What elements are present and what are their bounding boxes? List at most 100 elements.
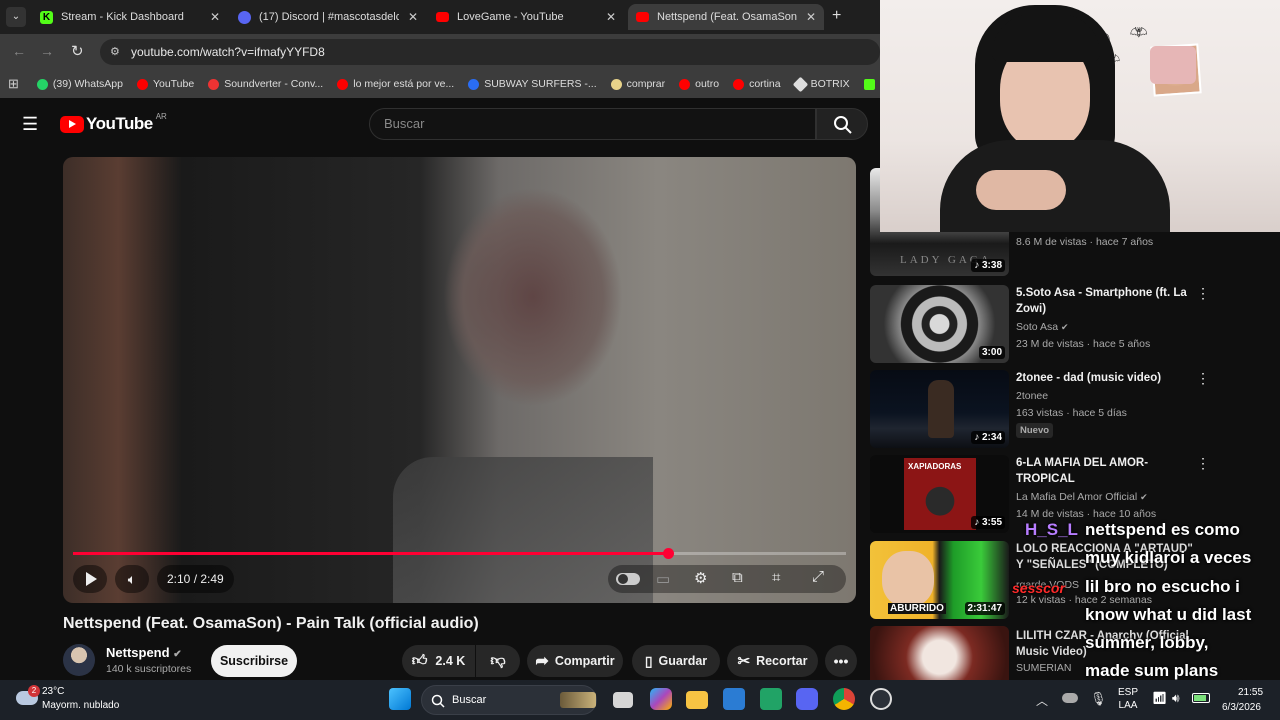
discord-icon[interactable]	[796, 688, 818, 710]
play-button[interactable]	[73, 565, 107, 593]
video-meta: 163 vistas · hace 5 días	[1016, 407, 1127, 419]
bookmark-subway-surfers[interactable]: SUBWAY SURFERS -...	[468, 78, 597, 90]
kick-icon: K	[40, 10, 53, 24]
bookmark-whatsapp[interactable]: (39) WhatsApp	[36, 78, 123, 90]
back-icon[interactable]: ←	[12, 43, 26, 59]
close-tab-icon[interactable]: ✕	[408, 10, 418, 24]
bookmark-soundverter[interactable]: Soundverter - Conv...	[208, 78, 323, 90]
task-view-icon[interactable]	[613, 692, 633, 708]
video-title: Nettspend (Feat. OsamaSon) - Pain Talk (…	[63, 615, 479, 632]
forward-icon[interactable]: →	[40, 43, 54, 59]
weather-desc: Mayorm. nublado	[42, 700, 120, 711]
tab-kick-dashboard[interactable]: K Stream - Kick Dashboard ✕	[32, 4, 228, 30]
shop-icon	[610, 78, 622, 90]
search-input[interactable]: Buscar	[369, 108, 816, 140]
video-thumbnail[interactable]: XAPIADORAS ♪ 3:55	[870, 455, 1009, 533]
bookmark-outro[interactable]: outro	[679, 78, 719, 90]
close-tab-icon[interactable]: ✕	[806, 10, 816, 24]
more-options-icon[interactable]: ⋮	[1196, 455, 1210, 472]
chat-message-line: made sum plans	[1085, 661, 1219, 680]
weather-badge: 2	[28, 685, 40, 697]
tab-lovegame[interactable]: LoveGame - YouTube ✕	[428, 4, 624, 30]
clock-time[interactable]: 21:55	[1238, 687, 1263, 698]
share-button[interactable]: ➦ Compartir	[527, 645, 623, 677]
show-hidden-icons[interactable]: ︿	[1036, 692, 1048, 709]
tab-title: LoveGame - YouTube	[457, 11, 564, 23]
chrome-icon[interactable]	[833, 688, 855, 710]
battery-icon[interactable]	[1192, 693, 1210, 703]
close-tab-icon[interactable]: ✕	[606, 10, 616, 24]
fullscreen-icon[interactable]: ⤢	[812, 568, 824, 585]
apps-grid-icon[interactable]: ⊞	[8, 76, 19, 92]
tab-discord[interactable]: (17) Discord | #mascotasdelcha ✕	[230, 4, 426, 30]
autoplay-toggle[interactable]	[616, 573, 640, 585]
bookmark-botrix[interactable]: BOTRIX	[792, 76, 850, 92]
channel-avatar[interactable]	[63, 644, 95, 676]
windows-start-icon[interactable]	[389, 688, 411, 710]
duration-badge: 3:00	[978, 346, 1005, 359]
bookmark-lo-mejor[interactable]: lo mejor está por ve...	[337, 78, 454, 90]
menu-icon[interactable]: ☰	[22, 114, 38, 135]
channel-name: 2tonee	[1016, 390, 1049, 402]
miniplayer-icon[interactable]: ⧉	[732, 569, 743, 586]
bookmark-label: SUBWAY SURFERS -...	[484, 78, 597, 90]
site-info-icon[interactable]: ⚙	[110, 45, 120, 58]
duration-badge: ♪ 2:34	[971, 431, 1005, 444]
share-label: Compartir	[554, 654, 615, 668]
more-options-icon[interactable]: ⋮	[1196, 285, 1210, 302]
video-thumbnail[interactable]	[870, 626, 1009, 680]
video-player[interactable]: 🔈︎ 2:10 / 2:49 ▭ ⚙ ⧉ ⌗ ⤢	[63, 157, 856, 603]
clip-label: Recortar	[756, 654, 808, 668]
bookmark-comprar[interactable]: comprar	[610, 78, 665, 90]
more-options-icon[interactable]: ⋮	[1196, 370, 1210, 387]
kick-icon	[863, 78, 875, 90]
progress-track[interactable]	[73, 548, 846, 559]
word-icon[interactable]	[723, 688, 745, 710]
settings-icon[interactable]: ⚙	[694, 569, 707, 587]
subtitles-icon[interactable]: ▭	[656, 570, 670, 588]
progress-scrubber[interactable]	[663, 548, 675, 559]
volume-icon[interactable]: 🔊︎	[1172, 691, 1180, 706]
video-thumbnail[interactable]: ABURRIDO 2:31:47	[870, 541, 1009, 619]
bookmark-cortina[interactable]: cortina	[733, 78, 781, 90]
recommendation-item[interactable]: ♪ 2:34 2tonee - dad (music video) 2tonee…	[870, 370, 1280, 450]
volume-button[interactable]: 🔈︎	[115, 565, 149, 593]
channel-name[interactable]: Nettspend ✔	[106, 645, 182, 660]
tab-search-button[interactable]: ⌄	[6, 7, 26, 27]
cast-icon[interactable]: ⌗	[772, 569, 780, 586]
country-code: AR	[155, 111, 167, 121]
recommendation-item[interactable]: 3:00 5.Soto Asa - Smartphone (ft. La Zow…	[870, 285, 1280, 365]
search-highlight-icon	[560, 692, 596, 708]
like-button[interactable]: 👍︎ 2.4 K	[402, 645, 475, 677]
dislike-button[interactable]: 👎︎	[476, 645, 520, 677]
app-icon[interactable]	[870, 688, 892, 710]
clip-button[interactable]: ✂ Recortar	[727, 645, 818, 677]
bookmark-kick[interactable]: S	[863, 78, 880, 90]
new-tab-button[interactable]: +	[832, 7, 841, 25]
search-button[interactable]	[816, 108, 868, 140]
video-thumbnail[interactable]: 3:00	[870, 285, 1009, 363]
language-indicator[interactable]: ESP LAA	[1118, 686, 1138, 712]
taskbar-search[interactable]: Buscar	[421, 685, 597, 715]
file-explorer-icon[interactable]	[686, 691, 708, 709]
save-button[interactable]: ▯ Guardar	[632, 645, 720, 677]
microphone-icon[interactable]: 🎙︎	[1090, 691, 1107, 707]
weather-widget[interactable]: 2 23°C Mayorm. nublado	[14, 685, 134, 715]
copilot-icon[interactable]	[650, 688, 672, 710]
excel-icon[interactable]	[760, 688, 782, 710]
wifi-icon[interactable]: 📶︎	[1152, 691, 1167, 705]
tab-nettspend[interactable]: Nettspend (Feat. OsamaSon) - P ✕	[628, 4, 824, 30]
reload-icon[interactable]: ↻	[71, 42, 84, 60]
url-field[interactable]: ⚙ youtube.com/watch?v=ifmafyYYFD8	[100, 39, 880, 65]
subscribe-button[interactable]: Suscribirse	[211, 645, 297, 677]
onedrive-icon[interactable]	[1062, 693, 1078, 703]
bookmark-youtube[interactable]: YouTube	[136, 78, 194, 90]
close-tab-icon[interactable]: ✕	[210, 10, 220, 24]
botrix-icon	[792, 76, 808, 92]
video-thumbnail[interactable]: ♪ 2:34	[870, 370, 1009, 448]
clock-date[interactable]: 6/3/2026	[1222, 702, 1261, 713]
youtube-logo[interactable]: YouTube AR	[60, 111, 167, 134]
more-actions-button[interactable]: •••	[825, 645, 857, 677]
chat-message-line: nettspend es como	[1085, 520, 1240, 539]
chat-message-line: lil bro no escucho i	[1085, 577, 1240, 596]
